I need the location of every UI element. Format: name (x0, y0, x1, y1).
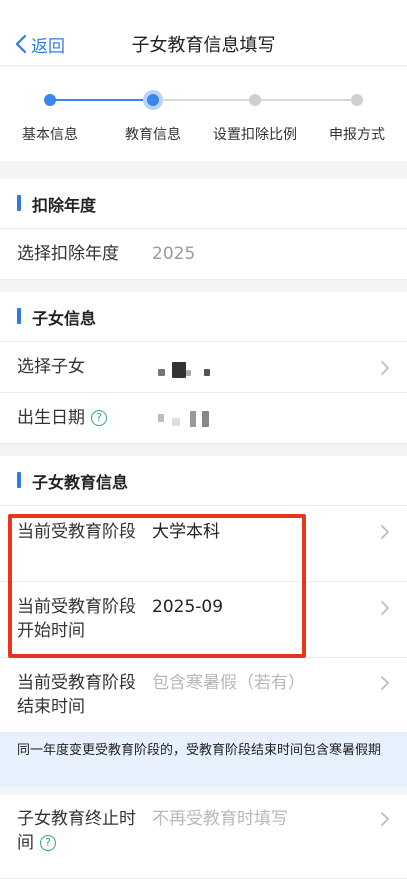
step-dot-3 (249, 94, 261, 106)
page-title: 子女教育信息填写 (131, 35, 276, 56)
birth-date-row: 出生日期? (0, 393, 407, 444)
step-label-4: 申报方式 (329, 127, 385, 143)
chevron-right-icon (381, 676, 389, 690)
help-icon[interactable]: ? (40, 835, 56, 851)
select-child-row[interactable]: 选择子女 (0, 342, 407, 393)
section-accent-bar (17, 472, 21, 488)
stage-end-value: 包含寒暑假（若有） (152, 673, 305, 693)
row-label: 选择子女 (17, 357, 85, 377)
info-notice: 同一年度变更受教育阶段的，受教育阶段结束时间包含寒暑假期 (0, 733, 407, 787)
step-dot-1 (44, 94, 56, 106)
section-education-info: 子女教育信息 (0, 456, 407, 506)
row-label: 当前受教育阶段结束时间 (17, 673, 136, 717)
section-accent-bar (17, 195, 21, 211)
chevron-right-icon (381, 361, 389, 375)
row-label: 子女教育终止时间 (17, 809, 136, 853)
deduction-year-value: 2025 (152, 244, 196, 264)
chevron-right-icon (381, 812, 389, 826)
chevron-right-icon (381, 601, 389, 615)
highlight-box (8, 514, 306, 658)
section-title: 子女信息 (32, 309, 97, 328)
step-label-1: 基本信息 (22, 127, 78, 143)
section-child-info: 子女信息 (0, 292, 407, 342)
step-connector-1 (50, 99, 153, 101)
row-label: 出生日期 (17, 408, 85, 428)
step-dot-2 (143, 90, 163, 110)
stage-end-row[interactable]: 当前受教育阶段结束时间 包含寒暑假（若有） (0, 658, 407, 733)
progress-stepper: 基本信息 教育信息 设置扣除比例 申报方式 (0, 67, 407, 161)
chevron-right-icon (381, 525, 389, 539)
help-icon[interactable]: ? (91, 410, 107, 426)
step-label-3: 设置扣除比例 (213, 127, 297, 143)
section-title: 扣除年度 (32, 196, 97, 215)
row-label: 选择扣除年度 (17, 244, 119, 264)
section-deduction-year: 扣除年度 (0, 179, 407, 229)
section-title: 子女教育信息 (32, 473, 129, 492)
deduction-year-row[interactable]: 选择扣除年度 2025 (0, 229, 407, 280)
termination-value: 不再受教育时填写 (152, 809, 288, 829)
education-termination-row[interactable]: 子女教育终止时间? 不再受教育时填写 (0, 795, 407, 879)
nav-bar: 返回 子女教育信息填写 (0, 0, 407, 66)
section-accent-bar (17, 308, 21, 324)
step-dot-4 (351, 94, 363, 106)
step-label-2: 教育信息 (125, 127, 181, 143)
